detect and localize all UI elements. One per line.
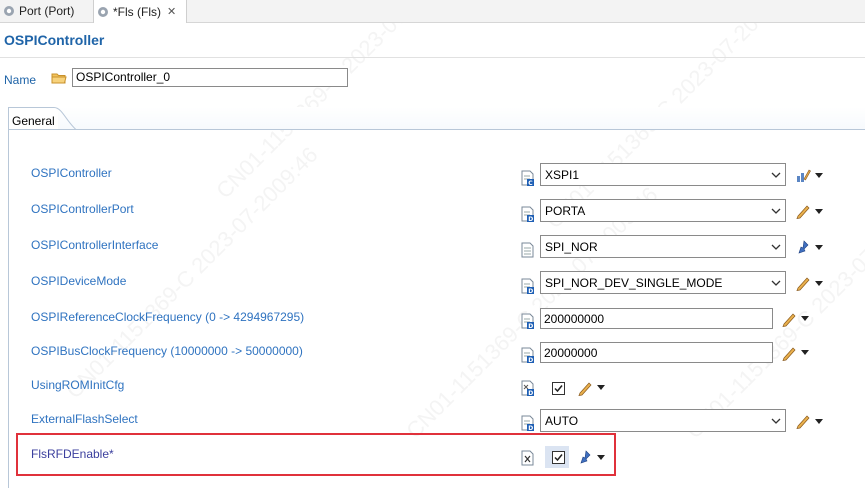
input-value: 200000000 bbox=[544, 312, 605, 326]
ospi-controller-select[interactable]: XSPI1 bbox=[540, 163, 786, 186]
select-value: SPI_NOR_DEV_SINGLE_MODE bbox=[545, 276, 723, 290]
pencil-icon[interactable] bbox=[795, 413, 811, 429]
pencil-icon[interactable] bbox=[781, 345, 797, 361]
folder-icon bbox=[51, 73, 67, 84]
name-input[interactable]: OSPIController_0 bbox=[72, 68, 348, 87]
name-label: Name bbox=[4, 73, 37, 87]
svg-text:D: D bbox=[528, 425, 533, 431]
tab-label: *Fls (Fls) bbox=[113, 4, 161, 19]
pencil-icon[interactable] bbox=[577, 380, 593, 396]
param-label: OSPIDeviceMode bbox=[31, 274, 127, 288]
doc-icon bbox=[521, 242, 534, 258]
pencil-icon[interactable] bbox=[795, 275, 811, 291]
dropdown-arrow-icon[interactable] bbox=[815, 245, 823, 251]
pencil-icon[interactable] bbox=[795, 203, 811, 219]
param-label: OSPIControllerPort bbox=[31, 202, 134, 216]
svg-text:D: D bbox=[528, 288, 533, 294]
chevron-down-icon bbox=[771, 418, 781, 424]
d-doc-icon: D bbox=[521, 347, 534, 363]
svg-text:D: D bbox=[528, 357, 533, 363]
param-label: UsingROMInitCfg bbox=[31, 378, 125, 392]
param-label: ExternalFlashSelect bbox=[31, 412, 138, 426]
dropdown-arrow-icon[interactable] bbox=[815, 173, 823, 179]
fls-rfd-enable-checkbox[interactable] bbox=[552, 451, 565, 464]
dropdown-arrow-icon[interactable] bbox=[815, 209, 823, 215]
dropdown-arrow-icon[interactable] bbox=[597, 385, 605, 391]
svg-text:D: D bbox=[528, 390, 533, 396]
external-flash-select[interactable]: AUTO bbox=[540, 409, 786, 432]
ospi-controller-interface-select[interactable]: SPI_NOR bbox=[540, 235, 786, 258]
svg-text:D: D bbox=[528, 323, 533, 329]
using-rom-init-cfg-checkbox[interactable] bbox=[552, 382, 565, 395]
x-doc-icon: D bbox=[521, 380, 534, 396]
bus-clock-frequency-input[interactable]: 20000000 bbox=[540, 342, 773, 363]
chevron-down-icon bbox=[771, 280, 781, 286]
param-label: OSPIControllerInterface bbox=[31, 238, 159, 252]
tab-port[interactable]: Port (Port) bbox=[0, 0, 92, 22]
title-divider bbox=[0, 57, 865, 58]
x-doc-icon bbox=[521, 450, 534, 466]
tab-label: Port (Port) bbox=[19, 4, 75, 18]
svg-text:D: D bbox=[528, 216, 533, 222]
chain-icon[interactable] bbox=[795, 239, 811, 255]
param-label: OSPIReferenceClockFrequency (0 -> 429496… bbox=[31, 310, 305, 324]
select-value: XSPI1 bbox=[545, 168, 580, 182]
module-icon bbox=[98, 6, 108, 17]
select-value: SPI_NOR bbox=[545, 240, 598, 254]
reference-clock-frequency-input[interactable]: 200000000 bbox=[540, 308, 773, 329]
chart-edit-icon[interactable] bbox=[795, 167, 811, 183]
pencil-icon[interactable] bbox=[781, 311, 797, 327]
input-value: 20000000 bbox=[544, 346, 598, 360]
param-label: OSPIBusClockFrequency (10000000 -> 50000… bbox=[31, 344, 303, 358]
chevron-down-icon bbox=[771, 172, 781, 178]
dropdown-arrow-icon[interactable] bbox=[815, 419, 823, 425]
select-value: AUTO bbox=[545, 414, 579, 428]
dropdown-arrow-icon[interactable] bbox=[815, 281, 823, 287]
page-title: OSPIController bbox=[4, 32, 105, 48]
c-doc-icon: C bbox=[521, 170, 534, 186]
module-icon bbox=[4, 6, 14, 16]
chain-icon[interactable] bbox=[577, 449, 593, 465]
d-doc-icon: D bbox=[521, 278, 534, 294]
chevron-down-icon bbox=[771, 244, 781, 250]
check-icon bbox=[554, 385, 563, 393]
select-value: PORTA bbox=[545, 204, 586, 218]
close-icon[interactable]: ✕ bbox=[167, 5, 176, 18]
dropdown-arrow-icon[interactable] bbox=[801, 350, 809, 356]
chevron-down-icon bbox=[771, 208, 781, 214]
dropdown-arrow-icon[interactable] bbox=[597, 455, 605, 461]
editor-tab-bar: Port (Port) *Fls (Fls) ✕ bbox=[0, 0, 865, 23]
section-tab-bar bbox=[58, 107, 865, 130]
ospi-controller-port-select[interactable]: PORTA bbox=[540, 199, 786, 222]
d-doc-icon: D bbox=[521, 206, 534, 222]
param-label: FlsRFDEnable* bbox=[31, 447, 114, 461]
d-doc-icon: D bbox=[521, 415, 534, 431]
tab-general[interactable]: General bbox=[8, 107, 76, 130]
ospi-device-mode-select[interactable]: SPI_NOR_DEV_SINGLE_MODE bbox=[540, 271, 786, 294]
tab-general-label: General bbox=[12, 114, 55, 128]
param-label: OSPIController bbox=[31, 166, 112, 180]
d-doc-icon: D bbox=[521, 313, 534, 329]
dropdown-arrow-icon[interactable] bbox=[801, 316, 809, 322]
tab-fls[interactable]: *Fls (Fls) ✕ bbox=[93, 0, 187, 23]
svg-text:C: C bbox=[528, 180, 533, 186]
check-icon bbox=[554, 454, 563, 462]
